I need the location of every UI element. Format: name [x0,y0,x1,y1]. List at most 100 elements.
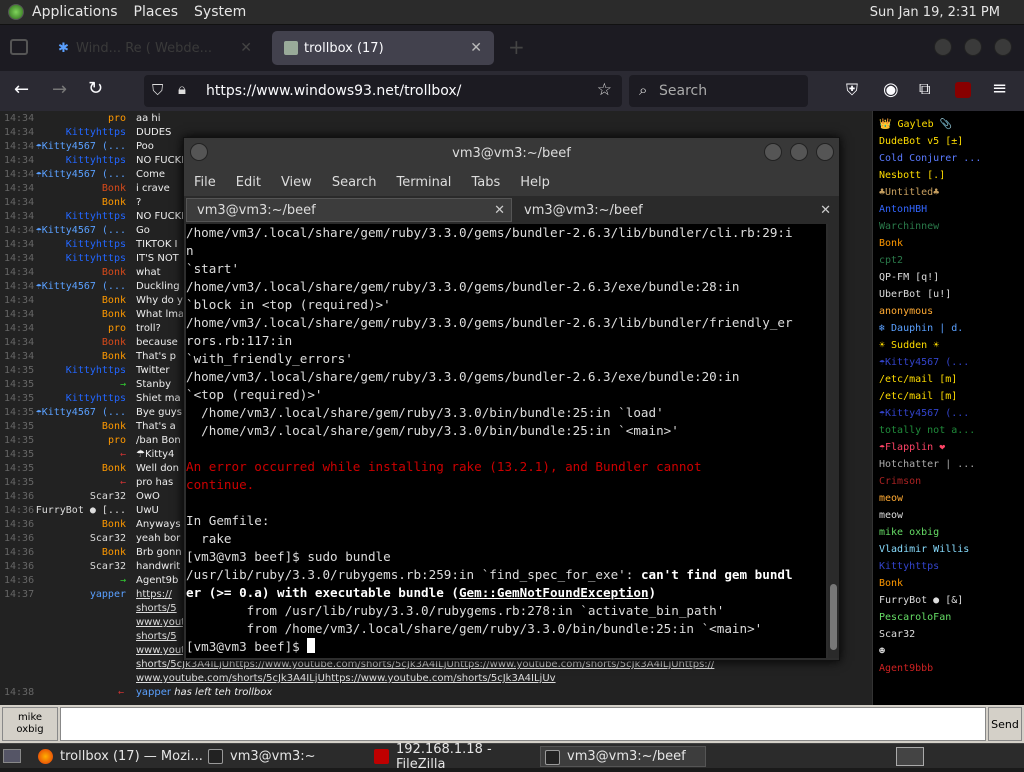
chat-link[interactable]: www.youtube.com/shorts/5cJk3A4ILjUhttps:… [136,672,556,686]
user-list-item[interactable]: UberBot [u!] [879,289,951,300]
menu-search[interactable]: Search [332,175,377,190]
chat-nick[interactable]: Bonk [102,546,126,560]
system-menu[interactable]: System [194,4,246,20]
user-list-item[interactable]: Crimson [879,476,921,487]
chat-nick[interactable]: Kittyhttps [66,154,126,168]
chat-nick[interactable]: Bonk [102,266,126,280]
send-button[interactable]: Send [988,707,1022,741]
menu-edit[interactable]: Edit [236,175,261,190]
chat-nick[interactable]: FurryBot ● [... [36,504,126,518]
user-list-item[interactable]: ♣Untitled♣ [879,187,939,198]
terminal-tab[interactable]: vm3@vm3:~/beef ✕ [514,198,837,222]
tab-close-icon[interactable]: ✕ [240,40,252,56]
chat-nick[interactable]: ☂Kitty4567 (... [36,406,126,420]
user-list-item[interactable]: DudeBot v5 [±] [879,136,963,147]
chat-nick[interactable]: ☂Kitty4567 (... [36,140,126,154]
user-list-item[interactable]: FurryBot ● [&] [879,595,963,606]
user-list-item[interactable]: mike oxbig [879,527,939,538]
user-list-item[interactable]: 👑 Gayleb 📎 [879,119,952,130]
url-bar[interactable]: ⛉ 🔒︎ https://www.windows93.net/trollbox/… [144,75,622,107]
terminal-scrollbar[interactable] [828,224,839,658]
user-list-item[interactable]: AntonHBH [879,204,927,215]
chat-nick[interactable]: Kittyhttps [66,238,126,252]
chat-nick[interactable]: yapper [136,687,171,698]
browser-tab-active[interactable]: trollbox (17) ✕ [272,31,494,65]
user-list-item[interactable]: Warchinnew [879,221,939,232]
terminal-menu-icon[interactable] [190,143,208,161]
scrollbar-thumb[interactable] [830,584,837,650]
chat-nick[interactable]: Bonk [102,196,126,210]
places-menu[interactable]: Places [134,4,179,20]
bookmark-star-icon[interactable]: ☆ [597,80,612,100]
minimize-icon[interactable] [764,143,782,161]
user-list-item[interactable]: Scar32 [879,629,915,640]
user-list-item[interactable]: /etc/mail [m] [879,374,957,385]
user-list-item[interactable]: Bonk [879,578,903,589]
chat-nick[interactable]: Kittyhttps [66,364,126,378]
close-icon[interactable] [816,143,834,161]
search-input[interactable]: ⌕ Search [629,75,808,107]
user-list[interactable]: 👑 Gayleb 📎 DudeBot v5 [±] Cold Conjurer ..… [872,111,1024,705]
menu-terminal[interactable]: Terminal [396,175,451,190]
maximize-icon[interactable] [790,143,808,161]
reload-icon[interactable]: ↻ [88,78,103,99]
taskbar-item-terminal-beef[interactable]: vm3@vm3:~/beef [540,746,706,767]
user-list-item[interactable]: anonymous [879,306,933,317]
chat-nick[interactable]: Scar32 [90,560,126,574]
menu-help[interactable]: Help [520,175,550,190]
terminal-output[interactable]: /home/vm3/.local/share/gem/ruby/3.3.0/ge… [186,224,826,658]
account-icon[interactable]: ◉ [883,79,899,100]
distro-logo-icon[interactable] [8,4,24,20]
forward-icon[interactable]: → [52,79,67,100]
chat-nick[interactable]: Bonk [102,420,126,434]
chat-nick[interactable]: Kittyhttps [66,210,126,224]
chat-nick[interactable]: pro [108,112,126,126]
minimize-window-icon[interactable] [934,38,952,56]
user-list-item[interactable]: Hotchatter | ... [879,459,975,470]
user-list-item[interactable]: Agent9bbb [879,663,933,674]
chat-nick[interactable]: Kittyhttps [66,126,126,140]
tab-close-icon[interactable]: ✕ [494,203,505,218]
terminal-titlebar[interactable]: vm3@vm3:~/beef [184,138,839,168]
close-window-icon[interactable] [994,38,1012,56]
chat-nick[interactable]: ☂Kitty4567 (... [36,168,126,182]
chat-nick[interactable]: Kittyhttps [66,392,126,406]
message-input[interactable] [60,707,986,741]
menu-view[interactable]: View [281,175,312,190]
firefox-view-icon[interactable] [10,39,28,55]
browser-tab-inactive[interactable]: ✱ Wind... Re ( Webde... ✕ [46,33,264,63]
user-list-item[interactable]: ❄ Dauphin | d. [879,323,963,334]
maximize-window-icon[interactable] [964,38,982,56]
workspace-switcher-icon[interactable] [896,747,924,766]
chat-nick[interactable]: Bonk [102,462,126,476]
username-button[interactable]: mike oxbig [2,707,58,741]
chat-nick[interactable]: → [120,574,126,588]
chat-nick[interactable]: → [120,378,126,392]
menu-icon[interactable]: ≡ [992,78,1007,99]
chat-link[interactable]: shorts/5 [136,630,177,644]
user-list-item[interactable]: ☻ [879,646,885,657]
user-list-item[interactable]: ☂Flapplin ❤ [879,442,945,453]
chat-nick[interactable]: Bonk [102,350,126,364]
user-list-item[interactable]: meow [879,510,903,521]
clock[interactable]: Sun Jan 19, 2:31 PM [870,5,1000,20]
chat-link[interactable]: shorts/5 [136,602,177,616]
tab-close-icon[interactable]: ✕ [470,40,482,56]
chat-nick[interactable]: yapper [90,588,126,602]
chat-nick[interactable]: Bonk [102,308,126,322]
chat-nick[interactable]: Kittyhttps [66,252,126,266]
back-icon[interactable]: ← [14,79,29,100]
chat-nick[interactable]: ← [120,476,126,490]
chat-nick[interactable]: Scar32 [90,490,126,504]
chat-link[interactable]: www.yout [136,616,185,630]
chat-nick[interactable]: Bonk [102,336,126,350]
chat-nick[interactable]: ☂Kitty4567 (... [36,280,126,294]
user-list-item[interactable]: Vladimir Willis [879,544,969,555]
chat-nick[interactable]: Bonk [102,294,126,308]
lock-icon[interactable]: 🔒︎ [178,80,186,98]
chat-nick[interactable]: Scar32 [90,532,126,546]
terminal-prompt[interactable]: [vm3@vm3 beef]$ [186,638,826,656]
user-list-item[interactable]: Bonk [879,238,903,249]
menu-file[interactable]: File [194,175,216,190]
chat-nick[interactable]: pro [108,434,126,448]
